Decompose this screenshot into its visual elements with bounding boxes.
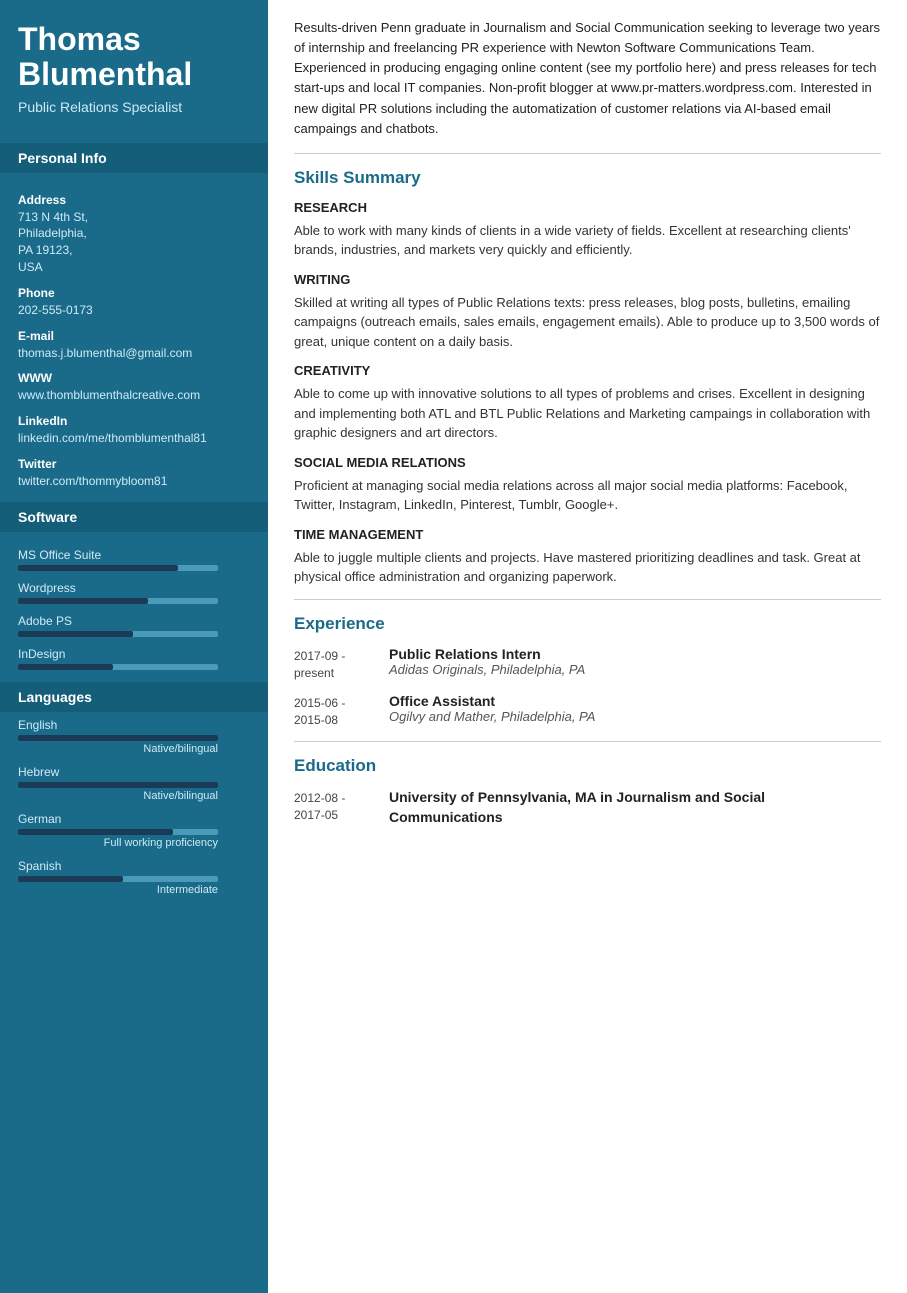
- skill-heading: RESEARCH: [294, 200, 881, 215]
- linkedin-label: LinkedIn: [18, 414, 250, 428]
- software-bar-fill: [18, 598, 148, 604]
- skill-heading: SOCIAL MEDIA RELATIONS: [294, 455, 881, 470]
- experience-title: Public Relations Intern: [389, 646, 585, 662]
- languages-section: English Native/bilingual Hebrew Native/b…: [0, 712, 268, 896]
- address-label: Address: [18, 193, 250, 207]
- education-list: 2012-08 -2017-05 University of Pennsylva…: [294, 788, 881, 827]
- email-value: thomas.j.blumenthal@gmail.com: [18, 345, 250, 362]
- experience-detail: Public Relations Intern Adidas Originals…: [389, 646, 585, 682]
- candidate-name: Thomas Blumenthal: [18, 22, 250, 92]
- software-item: Adobe PS: [18, 614, 250, 637]
- divider-3: [294, 741, 881, 742]
- experience-row: 2017-09 -present Public Relations Intern…: [294, 646, 881, 682]
- language-name: German: [18, 812, 250, 826]
- software-bar-bg: [18, 664, 218, 670]
- experience-company: Adidas Originals, Philadelphia, PA: [389, 662, 585, 677]
- candidate-title: Public Relations Specialist: [18, 98, 250, 116]
- software-header: Software: [0, 502, 268, 532]
- software-section: MS Office Suite Wordpress Adobe PS InDes…: [0, 532, 268, 670]
- language-name: English: [18, 718, 250, 732]
- software-name: MS Office Suite: [18, 548, 250, 562]
- twitter-value: twitter.com/thommybloom81: [18, 473, 250, 490]
- divider-2: [294, 599, 881, 600]
- language-item: Hebrew Native/bilingual: [18, 765, 250, 802]
- language-item: German Full working proficiency: [18, 812, 250, 849]
- address-value: 713 N 4th St,Philadelphia,PA 19123,USA: [18, 209, 250, 276]
- phone-value: 202-555-0173: [18, 302, 250, 319]
- languages-header: Languages: [0, 682, 268, 712]
- software-bar-fill: [18, 664, 113, 670]
- sidebar: Thomas Blumenthal Public Relations Speci…: [0, 0, 268, 1293]
- summary-text: Results-driven Penn graduate in Journali…: [294, 18, 881, 139]
- experience-row: 2015-06 -2015-08 Office Assistant Ogilvy…: [294, 693, 881, 729]
- skill-item: TIME MANAGEMENT Able to juggle multiple …: [294, 527, 881, 587]
- experience-title: Office Assistant: [389, 693, 595, 709]
- language-name: Spanish: [18, 859, 250, 873]
- language-level: Native/bilingual: [18, 743, 218, 755]
- education-title: University of Pennsylvania, MA in Journa…: [389, 788, 881, 827]
- email-label: E-mail: [18, 329, 250, 343]
- language-bar-fill: [18, 782, 218, 788]
- language-bar-bg: [18, 735, 218, 741]
- skill-heading: CREATIVITY: [294, 363, 881, 378]
- skill-description: Able to work with many kinds of clients …: [294, 221, 881, 260]
- software-bar-fill: [18, 631, 133, 637]
- language-bar-bg: [18, 876, 218, 882]
- skills-list: RESEARCH Able to work with many kinds of…: [294, 200, 881, 587]
- experience-section-title: Experience: [294, 614, 881, 634]
- language-bar-bg: [18, 829, 218, 835]
- language-level: Full working proficiency: [18, 837, 218, 849]
- linkedin-value: linkedin.com/me/thomblumenthal81: [18, 430, 250, 447]
- language-name: Hebrew: [18, 765, 250, 779]
- software-item: InDesign: [18, 647, 250, 670]
- experience-detail: Office Assistant Ogilvy and Mather, Phil…: [389, 693, 595, 729]
- skill-description: Skilled at writing all types of Public R…: [294, 293, 881, 352]
- sidebar-header: Thomas Blumenthal Public Relations Speci…: [0, 0, 268, 131]
- phone-label: Phone: [18, 286, 250, 300]
- education-section-title: Education: [294, 756, 881, 776]
- language-bar-fill: [18, 829, 173, 835]
- experience-date: 2017-09 -present: [294, 646, 389, 682]
- experience-list: 2017-09 -present Public Relations Intern…: [294, 646, 881, 729]
- language-bar-fill: [18, 876, 123, 882]
- divider-1: [294, 153, 881, 154]
- experience-company: Ogilvy and Mather, Philadelphia, PA: [389, 709, 595, 724]
- software-bar-fill: [18, 565, 178, 571]
- language-level: Intermediate: [18, 884, 218, 896]
- skill-item: CREATIVITY Able to come up with innovati…: [294, 363, 881, 443]
- software-name: InDesign: [18, 647, 250, 661]
- skills-section-title: Skills Summary: [294, 168, 881, 188]
- skill-description: Able to come up with innovative solution…: [294, 384, 881, 443]
- language-bar-bg: [18, 782, 218, 788]
- education-date: 2012-08 -2017-05: [294, 788, 389, 827]
- software-name: Adobe PS: [18, 614, 250, 628]
- software-bar-bg: [18, 631, 218, 637]
- main-content: Results-driven Penn graduate in Journali…: [268, 0, 907, 1293]
- www-value: www.thomblumenthalcreative.com: [18, 387, 250, 404]
- twitter-label: Twitter: [18, 457, 250, 471]
- skill-heading: WRITING: [294, 272, 881, 287]
- personal-info-section: Address 713 N 4th St,Philadelphia,PA 191…: [0, 173, 268, 490]
- language-level: Native/bilingual: [18, 790, 218, 802]
- language-item: Spanish Intermediate: [18, 859, 250, 896]
- skill-item: WRITING Skilled at writing all types of …: [294, 272, 881, 352]
- language-bar-fill: [18, 735, 218, 741]
- skill-heading: TIME MANAGEMENT: [294, 527, 881, 542]
- software-item: MS Office Suite: [18, 548, 250, 571]
- software-name: Wordpress: [18, 581, 250, 595]
- skill-item: SOCIAL MEDIA RELATIONS Proficient at man…: [294, 455, 881, 515]
- www-label: WWW: [18, 371, 250, 385]
- software-bar-bg: [18, 598, 218, 604]
- software-item: Wordpress: [18, 581, 250, 604]
- language-item: English Native/bilingual: [18, 718, 250, 755]
- software-bar-bg: [18, 565, 218, 571]
- personal-info-header: Personal Info: [0, 143, 268, 173]
- education-row: 2012-08 -2017-05 University of Pennsylva…: [294, 788, 881, 827]
- experience-date: 2015-06 -2015-08: [294, 693, 389, 729]
- skill-item: RESEARCH Able to work with many kinds of…: [294, 200, 881, 260]
- skill-description: Proficient at managing social media rela…: [294, 476, 881, 515]
- skill-description: Able to juggle multiple clients and proj…: [294, 548, 881, 587]
